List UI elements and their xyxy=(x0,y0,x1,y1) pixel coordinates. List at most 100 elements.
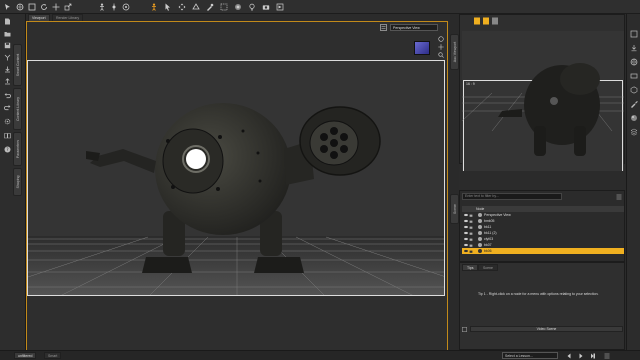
translate-tool-icon[interactable] xyxy=(52,3,60,11)
tab-scene-lower[interactable]: Scene xyxy=(478,264,498,271)
lesson-menu-icon[interactable] xyxy=(604,353,610,359)
visibility-eye-icon[interactable] xyxy=(464,231,468,235)
frame-icon[interactable] xyxy=(630,72,638,80)
bottom-bar: unfiltered Smart Select a Lesson... xyxy=(0,350,640,360)
scene-panel: Enter text to filter by... Node Perspect… xyxy=(459,190,625,262)
node-icon xyxy=(478,231,482,235)
figure-pose-icon[interactable] xyxy=(98,3,106,11)
material-icon[interactable] xyxy=(630,114,638,122)
node-icon xyxy=(478,249,482,253)
viewport-options-icon[interactable] xyxy=(380,24,387,31)
spot-render-icon[interactable] xyxy=(220,3,228,11)
pan-icon[interactable] xyxy=(438,44,444,50)
cursor-select-icon[interactable] xyxy=(164,3,172,11)
help-icon[interactable]: ? xyxy=(4,146,11,153)
geometry-editor-icon[interactable] xyxy=(192,3,200,11)
visibility-eye-icon[interactable] xyxy=(464,225,468,229)
orbit-icon[interactable] xyxy=(438,36,444,42)
zoom-icon[interactable] xyxy=(438,52,444,58)
brush-icon[interactable] xyxy=(630,100,638,108)
lock-icon[interactable] xyxy=(469,219,473,223)
surface-picker-icon[interactable] xyxy=(206,3,214,11)
tab-tips[interactable]: Tips xyxy=(462,264,479,271)
aux-viewport[interactable]: 16 : 9 xyxy=(462,31,624,171)
lesson-prev-icon[interactable] xyxy=(566,353,572,359)
tab-viewport[interactable]: Viewport xyxy=(28,14,50,21)
tab-unfiltered[interactable]: unfiltered xyxy=(14,352,37,359)
new-scene-icon[interactable] xyxy=(4,18,11,25)
visibility-eye-icon[interactable] xyxy=(464,249,468,253)
transform-icon[interactable] xyxy=(178,3,186,11)
right-tab-strip: Aux Viewport Scene xyxy=(450,14,459,350)
view-cube-icon[interactable] xyxy=(414,41,430,55)
lesson-next-icon[interactable] xyxy=(590,353,596,359)
tab-smart[interactable]: Smart xyxy=(44,352,62,359)
lock-icon[interactable] xyxy=(469,243,473,247)
tab-scene[interactable]: Scene xyxy=(450,194,459,224)
save-icon[interactable] xyxy=(4,42,11,49)
lock-icon[interactable] xyxy=(469,249,473,253)
import-icon[interactable] xyxy=(4,66,11,73)
light-tool-icon[interactable] xyxy=(248,3,256,11)
lock-icon[interactable] xyxy=(469,231,473,235)
open-file-icon[interactable] xyxy=(4,30,11,37)
cube-icon[interactable] xyxy=(630,86,638,94)
scene-row-selected[interactable]: bk06 xyxy=(462,248,624,254)
tab-aux-viewport-label: Aux Viewport xyxy=(452,41,457,63)
rotate-tool-icon[interactable] xyxy=(40,3,48,11)
scene-filter-input[interactable]: Enter text to filter by... xyxy=(462,193,562,200)
tab-smart-content[interactable]: Smart Content xyxy=(13,44,22,86)
render-icon[interactable] xyxy=(276,3,284,11)
tab-content-library-label: Content Library xyxy=(15,97,20,121)
redo-icon[interactable] xyxy=(4,104,11,111)
tab-content-library[interactable]: Content Library xyxy=(13,88,22,130)
lesson-icon[interactable] xyxy=(4,132,11,139)
scene-menu-icon[interactable] xyxy=(616,194,622,200)
joint-editor-icon[interactable] xyxy=(110,3,118,11)
render-area[interactable]: 16 : 9 xyxy=(27,60,445,296)
camera-select[interactable]: Perspective View xyxy=(390,24,438,31)
active-pose-icon[interactable] xyxy=(150,3,158,11)
camera-tool-icon[interactable] xyxy=(262,3,270,11)
export-icon[interactable] xyxy=(4,78,11,85)
visibility-eye-icon[interactable] xyxy=(464,237,468,241)
node-select-icon[interactable] xyxy=(28,3,36,11)
layers-icon[interactable] xyxy=(630,128,638,136)
left-foot xyxy=(142,257,192,273)
tips-menu-icon[interactable] xyxy=(462,327,467,332)
scale-tool-icon[interactable] xyxy=(64,3,72,11)
lock-icon[interactable] xyxy=(469,213,473,217)
node-icon xyxy=(478,237,482,241)
scene-filter-placeholder: Enter text to filter by... xyxy=(465,194,499,198)
tab-render-library[interactable]: Render Library xyxy=(52,14,84,21)
tab-shaping[interactable]: Shaping xyxy=(13,168,22,196)
pane-icon[interactable] xyxy=(630,30,638,38)
node-icon xyxy=(478,219,482,223)
visibility-eye-icon[interactable] xyxy=(464,219,468,223)
right-icon-strip xyxy=(626,14,640,350)
lesson-select[interactable]: Select a Lesson... xyxy=(502,352,558,359)
lock-icon[interactable] xyxy=(469,225,473,229)
tab-parameters[interactable]: Parameters xyxy=(13,132,22,166)
visibility-eye-icon[interactable] xyxy=(464,243,468,247)
download-icon[interactable] xyxy=(630,44,638,52)
left-tool-strip: ? Smart Content Content Library Paramete… xyxy=(0,14,26,360)
merge-icon[interactable] xyxy=(4,54,11,61)
selection-tool-icon[interactable] xyxy=(4,3,12,11)
undo-icon[interactable] xyxy=(4,92,11,99)
camera-select-value: Perspective View xyxy=(393,26,420,30)
universal-tool-icon[interactable] xyxy=(16,3,24,11)
video-scene-button[interactable]: Video Scene xyxy=(470,326,623,332)
visibility-eye-icon[interactable] xyxy=(464,213,468,217)
lock-icon[interactable] xyxy=(469,237,473,241)
lesson-play-icon[interactable] xyxy=(578,353,584,359)
region-nav-icon[interactable] xyxy=(122,3,130,11)
tab-aux-viewport[interactable]: Aux Viewport xyxy=(450,34,459,70)
lesson-select-value: Select a Lesson... xyxy=(505,354,533,358)
aux-toolbar-icon[interactable] xyxy=(474,17,502,25)
globe-icon[interactable] xyxy=(630,58,638,66)
tab-shaping-label: Shaping xyxy=(15,175,20,189)
aux-robot-render xyxy=(462,63,624,156)
node-weight-icon[interactable] xyxy=(234,3,242,11)
settings-icon[interactable] xyxy=(4,118,11,125)
